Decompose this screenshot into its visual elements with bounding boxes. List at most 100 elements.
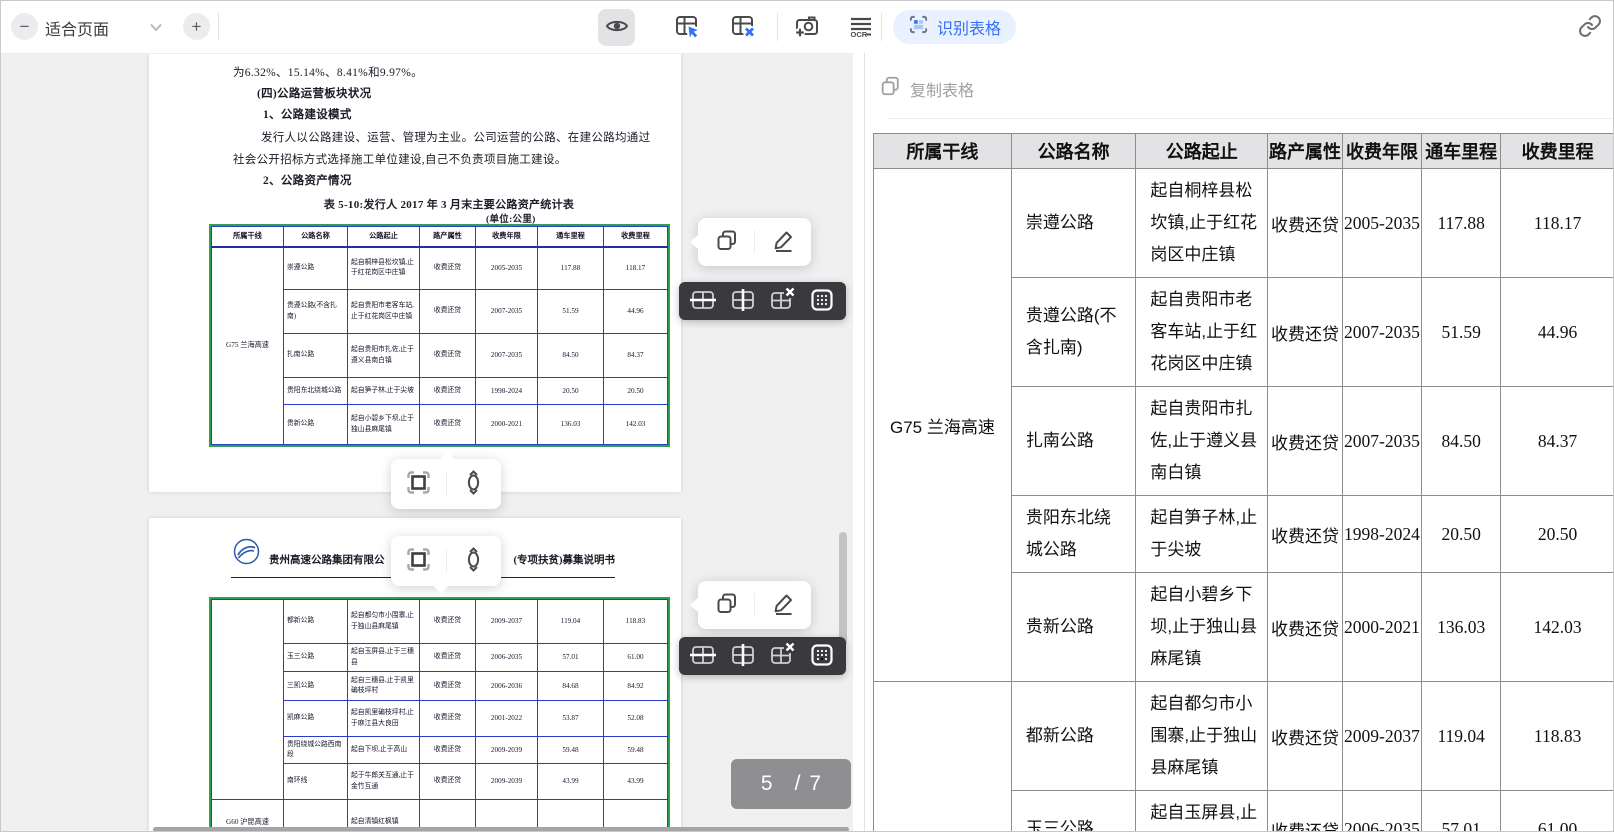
zoom-out-button[interactable]: − <box>11 13 38 40</box>
table-header-cell: 公路起止 <box>347 226 420 248</box>
table-cell: 142.03 <box>603 404 668 445</box>
table-edit-toolbar <box>679 637 846 675</box>
table-header-cell: 公路名称 <box>1010 133 1137 169</box>
split-row-icon <box>689 641 717 672</box>
table-x-icon <box>730 13 756 42</box>
zoom-in-button[interactable]: + <box>183 13 210 40</box>
edit-table-button[interactable] <box>766 225 800 259</box>
chevron-down-icon[interactable] <box>147 19 165 35</box>
share-link-button[interactable] <box>1572 9 1608 45</box>
table-cell: 2007-2035 <box>475 289 538 334</box>
table-cell: 118.17 <box>1500 168 1613 278</box>
grid-dots-icon <box>808 641 836 672</box>
toolbar-divider <box>881 13 882 41</box>
table-cell: 收费还贷 <box>419 736 476 764</box>
popup-divider <box>754 593 755 617</box>
pdf-table-1[interactable]: 所属干线 公路名称 公路起止 路产属性 收费年限 通车里程 收费里程 G75 兰海高速 崇遵公路… <box>209 224 670 447</box>
view-mode-button[interactable] <box>598 9 635 46</box>
delete-line-button[interactable] <box>766 640 798 672</box>
split-column-button[interactable] <box>727 640 759 672</box>
vertical-scrollbar-thumb[interactable] <box>839 532 847 647</box>
table-cell: 59.48 <box>537 736 604 764</box>
app-window: − 适合页面 + OCR 识别表格 为6.32%、15.14%、8.41%和9.… <box>0 0 1614 832</box>
table-cell: 44.96 <box>603 289 668 334</box>
select-table-button[interactable] <box>667 9 707 46</box>
table-cell: 118.17 <box>603 246 668 290</box>
table-cell: 2009-2039 <box>475 736 538 764</box>
table-trunk-cell: G75 兰海高速 <box>873 168 1012 682</box>
table-cell: 玉三公路 <box>283 643 348 672</box>
select-region-button[interactable] <box>401 467 435 501</box>
table-cell: 2006-2035 <box>475 643 538 672</box>
table-cell: 44.96 <box>1500 277 1613 387</box>
delete-line-button[interactable] <box>766 285 798 317</box>
copy-table-region-button[interactable] <box>709 588 743 622</box>
copy-table-button[interactable]: 复制表格 <box>879 75 974 102</box>
split-column-icon <box>729 286 757 317</box>
pdf-viewer[interactable]: 为6.32%、15.14%、8.41%和9.97%。 (四)公路运营板块状况 1… <box>1 53 853 831</box>
table-header-cell: 公路起止 <box>1135 133 1269 169</box>
popup-divider <box>445 472 447 496</box>
table-cell: 贵阳东北绕城公路 <box>283 377 348 405</box>
table-cell: 53.87 <box>537 700 604 737</box>
screenshot-button[interactable] <box>787 9 827 46</box>
ocr-button[interactable]: OCR <box>841 9 881 46</box>
section-heading: (四)公路运营板块状况 <box>257 88 372 100</box>
split-column-button[interactable] <box>727 285 759 317</box>
page-current: 5 <box>760 772 773 795</box>
table-cell: 贵遵公路(不含扎南) <box>1010 277 1137 387</box>
table-header-cell: 路产属性 <box>419 226 476 248</box>
table-cell: 2009-2037 <box>475 599 538 644</box>
table-cell: 收费还贷 <box>1267 572 1343 682</box>
vertical-merge-button[interactable] <box>457 544 491 578</box>
split-row-button[interactable] <box>687 640 719 672</box>
table-header-cell: 通车里程 <box>537 226 604 248</box>
table-cell: 20.50 <box>537 377 604 405</box>
copy-icon <box>714 591 739 619</box>
pdf-table-2[interactable]: 都新公路 起自都匀市小围寨,止于独山县麻尾镇 收费还贷 2009-2037 119.04… <box>209 597 670 831</box>
table-cell: 2005-2035 <box>1341 168 1423 278</box>
horizontal-scrollbar-thumb[interactable] <box>153 827 849 831</box>
split-row-button[interactable] <box>687 285 719 317</box>
table-cell: 2007-2035 <box>1341 386 1423 496</box>
table-trunk-cell <box>873 681 1012 831</box>
grid-handle-button[interactable] <box>806 640 838 672</box>
table-cell: 1998-2024 <box>1341 495 1423 573</box>
vertical-merge-icon <box>460 469 487 499</box>
table-cell: 2005-2035 <box>475 246 538 290</box>
eye-icon <box>605 14 629 41</box>
table-cell: 收费还贷 <box>419 671 476 701</box>
table-cell: 118.83 <box>1500 681 1613 791</box>
table-cell: 起自凯里碥枝坪村,止于麻江县大良田 <box>347 700 420 737</box>
toolbar-divider <box>218 13 219 41</box>
popup-divider <box>445 549 447 573</box>
table-merge-popup-top <box>391 451 501 509</box>
delete-line-icon <box>768 641 797 672</box>
table-cell: 收费还贷 <box>419 599 476 644</box>
popup-arrow <box>690 234 699 250</box>
fit-page-label[interactable]: 适合页面 <box>45 16 109 40</box>
table-cell: 2000-2021 <box>1341 572 1423 682</box>
table-trunk-cell: G75 兰海高速 <box>211 246 284 445</box>
copy-table-region-button[interactable] <box>709 225 743 259</box>
page-total: 7 <box>809 772 822 795</box>
recognized-table[interactable]: 所属干线 公路名称 公路起止 路产属性 收费年限 通车里程 收费里程 G75 兰海高速 崇遵公路… <box>873 133 1613 831</box>
sub-heading: 1、公路建设模式 <box>263 109 352 121</box>
table-cell: 收费还贷 <box>1267 681 1343 791</box>
table-cell: 119.04 <box>537 599 604 644</box>
recognize-table-button[interactable]: 识别表格 <box>893 10 1017 44</box>
table-cell: 起自笋子林,止于尖坡 <box>1135 495 1269 573</box>
edit-pencil-icon <box>771 591 796 619</box>
grid-handle-button[interactable] <box>806 285 838 317</box>
select-region-button[interactable] <box>401 544 435 578</box>
table-cell: 收费还贷 <box>419 700 476 737</box>
table-header-cell: 收费年限 <box>1341 133 1423 169</box>
vertical-merge-button[interactable] <box>457 467 491 501</box>
table-cell: 起自桐梓县松坎镇,止于红花岗区中庄镇 <box>1135 168 1269 278</box>
sub-heading: 2、公路资产情况 <box>263 175 352 187</box>
split-row-icon <box>689 286 717 317</box>
edit-table-button[interactable] <box>766 588 800 622</box>
table-header-cell: 路产属性 <box>1267 133 1343 169</box>
table-cell: 三凯公路 <box>283 671 348 701</box>
delete-table-button[interactable] <box>723 9 763 46</box>
